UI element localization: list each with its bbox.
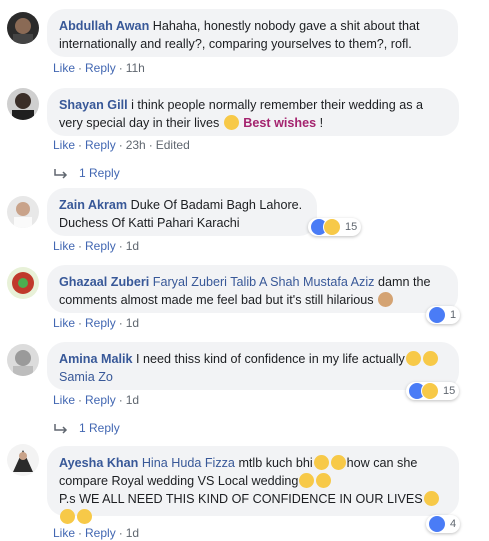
grinning-emoji-icon — [60, 509, 75, 524]
like-reaction-icon — [428, 515, 446, 533]
grinning-emoji-icon — [313, 455, 329, 470]
comment-author[interactable]: Zain Akram — [59, 198, 127, 212]
comment-actions: Like · Reply · 23h · Edited — [53, 138, 190, 152]
smile-emoji-icon — [223, 115, 239, 130]
reaction-count: 1 — [450, 309, 457, 321]
comment-actions: Like · Reply · 1d — [53, 316, 140, 330]
comment-text-1: mtlb kuch bhi — [238, 456, 313, 470]
replies-count[interactable]: 1 Reply — [79, 166, 120, 180]
comment-author[interactable]: Ayesha Khan — [59, 456, 138, 470]
avatar[interactable] — [7, 12, 39, 44]
comment-text-end: ! — [319, 116, 324, 130]
like-button[interactable]: Like — [53, 526, 75, 540]
reactions-summary[interactable]: 15 — [406, 382, 460, 400]
avatar[interactable] — [7, 444, 39, 476]
avatar-image — [7, 196, 39, 228]
comment-text-3: P.s WE ALL NEED THIS KIND OF CONFIDENCE … — [59, 492, 423, 506]
comment-author[interactable]: Abdullah Awan — [59, 19, 149, 33]
comment-bubble: Ayesha Khan Hina Huda Fizza mtlb kuch bh… — [47, 446, 459, 524]
comment-bubble: Shayan Gill i think people normally reme… — [47, 88, 459, 136]
view-replies[interactable]: 1 Reply — [53, 421, 120, 435]
comment-author[interactable]: Shayan Gill — [59, 98, 128, 112]
reply-button[interactable]: Reply — [85, 61, 116, 75]
view-replies[interactable]: 1 Reply — [53, 166, 120, 180]
comment-highlight: Best wishes — [243, 116, 317, 130]
comment-actions: Like · Reply · 1d — [53, 526, 140, 540]
comment-bubble: Ghazaal Zuberi Faryal Zuberi Talib A Sha… — [47, 265, 458, 313]
reaction-count: 15 — [443, 385, 456, 397]
avatar-image — [7, 267, 39, 299]
avatar-image — [7, 344, 39, 376]
comment-actions: Like · Reply · 1d — [53, 239, 140, 253]
tagged-users[interactable]: Hina Huda Fizza — [142, 456, 235, 470]
tagged-users[interactable]: Faryal Zuberi Talib A Shah Mustafa Aziz — [153, 275, 375, 289]
comment-bubble: Zain Akram Duke Of Badami Bagh Lahore. D… — [47, 188, 317, 236]
timestamp[interactable]: 1d — [126, 239, 139, 253]
avatar-image — [7, 444, 39, 476]
grinning-emoji-icon — [77, 509, 92, 524]
like-reaction-icon — [428, 306, 446, 324]
haha-reaction-icon — [323, 218, 341, 236]
like-button[interactable]: Like — [53, 239, 75, 253]
comment-author[interactable]: Ghazaal Zuberi — [59, 275, 149, 289]
rofl-emoji-icon — [299, 473, 315, 488]
comment-text: I need thiss kind of confidence in my li… — [135, 352, 405, 366]
like-button[interactable]: Like — [53, 61, 75, 75]
like-button[interactable]: Like — [53, 316, 75, 330]
reactions-summary[interactable]: 15 — [308, 218, 362, 236]
like-button[interactable]: Like — [53, 393, 75, 407]
timestamp[interactable]: 23h — [126, 138, 146, 152]
reply-arrow-icon — [54, 423, 68, 434]
avatar-image — [7, 12, 39, 44]
timestamp[interactable]: 1d — [126, 393, 139, 407]
grinning-emoji-icon — [423, 491, 439, 506]
comment-actions: Like · Reply · 11h — [53, 61, 145, 75]
woman-emoji-icon — [378, 292, 394, 307]
reaction-count: 4 — [450, 518, 457, 530]
comment-bubble: Amina Malik I need thiss kind of confide… — [47, 342, 459, 390]
reply-button[interactable]: Reply — [85, 239, 116, 253]
reply-button[interactable]: Reply — [85, 138, 116, 152]
tagged-user[interactable]: Samia Zo — [59, 370, 113, 384]
timestamp[interactable]: 1d — [126, 316, 139, 330]
reply-button[interactable]: Reply — [85, 316, 116, 330]
comment-bubble: Abdullah Awan Hahaha, honestly nobody ga… — [47, 9, 458, 57]
avatar-image — [7, 88, 39, 120]
reply-button[interactable]: Reply — [85, 526, 116, 540]
avatar[interactable] — [7, 344, 39, 376]
avatar[interactable] — [7, 267, 39, 299]
comment-author[interactable]: Amina Malik — [59, 352, 132, 366]
avatar[interactable] — [7, 196, 39, 228]
like-button[interactable]: Like — [53, 138, 75, 152]
reply-arrow-icon — [54, 168, 68, 179]
replies-count[interactable]: 1 Reply — [79, 421, 120, 435]
grinning-emoji-icon — [422, 351, 438, 366]
grinning-emoji-icon — [330, 455, 346, 470]
reactions-summary[interactable]: 1 — [426, 306, 461, 324]
reply-button[interactable]: Reply — [85, 393, 116, 407]
reactions-summary[interactable]: 4 — [426, 515, 461, 533]
rofl-emoji-icon — [316, 473, 332, 488]
avatar[interactable] — [7, 88, 39, 120]
haha-reaction-icon — [421, 382, 439, 400]
reaction-count: 15 — [345, 221, 358, 233]
timestamp[interactable]: 11h — [126, 61, 145, 75]
timestamp[interactable]: 1d — [126, 526, 139, 540]
laughing-emoji-icon — [405, 351, 421, 366]
edited-label[interactable]: Edited — [156, 138, 190, 152]
comment-actions: Like · Reply · 1d — [53, 393, 140, 407]
